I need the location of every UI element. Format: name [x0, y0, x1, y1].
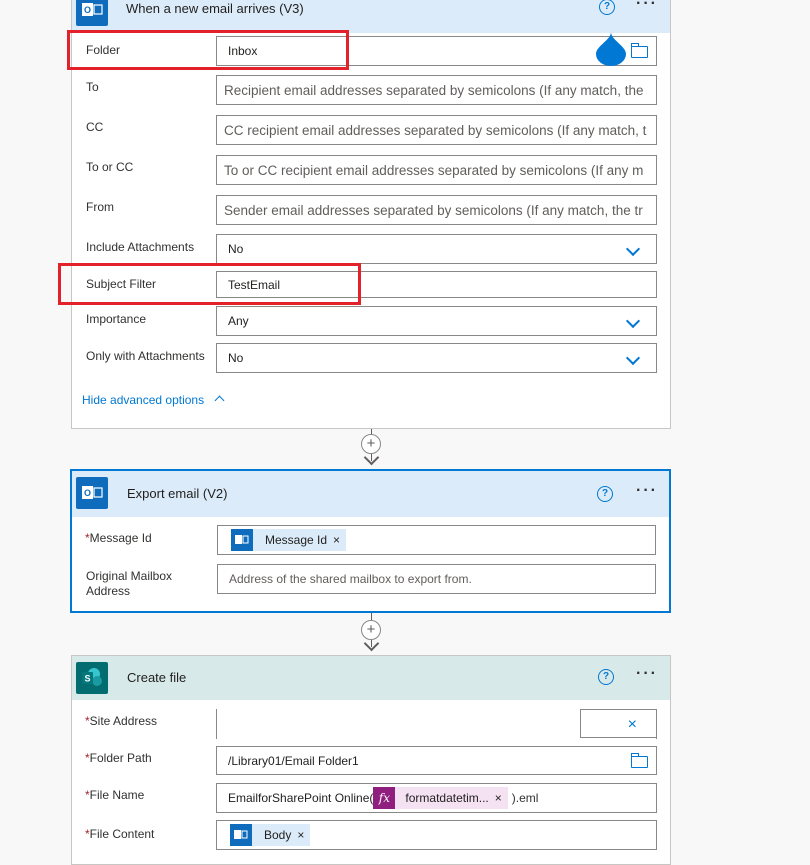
- message-id-token[interactable]: Message Id ×: [231, 529, 347, 551]
- outlook-icon: [231, 529, 253, 551]
- help-icon[interactable]: ?: [598, 669, 614, 685]
- file-name-label: *File Name: [85, 788, 145, 802]
- folder-picker-icon[interactable]: [630, 753, 648, 768]
- more-options-icon[interactable]: ···: [636, 482, 658, 500]
- to-field[interactable]: Recipient email addresses separated by s…: [216, 75, 657, 105]
- include-attachments-label: Include Attachments: [86, 240, 195, 254]
- svg-text:O: O: [84, 488, 91, 498]
- help-icon[interactable]: ?: [599, 0, 615, 15]
- trigger-title: When a new email arrives (V3): [126, 1, 304, 16]
- chevron-down-icon: [625, 241, 641, 257]
- to-or-cc-label: To or CC: [86, 160, 134, 174]
- trigger-card-header[interactable]: O When a new email arrives (V3) ? ···: [72, 0, 670, 33]
- svg-text:O: O: [84, 5, 91, 15]
- folder-path-label: *Folder Path: [85, 751, 152, 765]
- create-file-header[interactable]: S Create file ? ···: [72, 656, 670, 700]
- drop-marker-icon: [596, 32, 626, 66]
- site-address-field[interactable]: ×: [216, 709, 657, 739]
- cc-field[interactable]: CC recipient email addresses separated b…: [216, 115, 657, 145]
- original-mailbox-label: Original Mailbox Address: [86, 569, 173, 598]
- more-options-icon[interactable]: ···: [636, 665, 658, 683]
- chevron-down-icon: [625, 313, 641, 329]
- create-file-title: Create file: [127, 670, 187, 685]
- folder-highlight-box: [67, 30, 349, 70]
- message-id-label: *Message Id: [85, 531, 152, 545]
- to-or-cc-field[interactable]: To or CC recipient email addresses separ…: [216, 155, 657, 185]
- help-icon[interactable]: ?: [597, 486, 613, 502]
- importance-label: Importance: [86, 312, 147, 326]
- importance-dropdown[interactable]: Any: [216, 306, 657, 336]
- original-mailbox-field[interactable]: Address of the shared mailbox to export …: [217, 564, 656, 594]
- export-email-title: Export email (V2): [127, 486, 228, 501]
- chevron-down-icon: [625, 350, 641, 366]
- cc-label: CC: [86, 120, 104, 134]
- site-address-clear-box[interactable]: ×: [580, 709, 656, 738]
- svg-text:S: S: [84, 674, 90, 684]
- outlook-icon: [230, 824, 252, 846]
- export-email-card: O Export email (V2) ? ··· *Message Id Me…: [70, 469, 671, 613]
- export-email-header[interactable]: O Export email (V2) ? ···: [72, 471, 669, 517]
- chevron-up-icon[interactable]: [214, 395, 225, 406]
- remove-token-icon[interactable]: ×: [495, 791, 508, 805]
- sharepoint-icon: S: [76, 662, 108, 694]
- include-attachments-dropdown[interactable]: No: [216, 234, 657, 264]
- outlook-icon: O: [76, 0, 108, 26]
- from-field[interactable]: Sender email addresses separated by semi…: [216, 195, 657, 225]
- file-name-field[interactable]: EmailforSharePoint Online( fx formatdate…: [216, 783, 657, 813]
- only-with-attachments-dropdown[interactable]: No: [216, 343, 657, 373]
- outlook-icon: O: [76, 477, 108, 509]
- file-content-label: *File Content: [85, 827, 155, 841]
- site-address-label: *Site Address: [85, 714, 158, 728]
- function-icon: fx: [373, 787, 396, 809]
- more-options-icon[interactable]: ···: [636, 0, 658, 13]
- formatdatetime-token[interactable]: fx formatdatetim... ×: [373, 787, 508, 809]
- remove-token-icon[interactable]: ×: [333, 533, 346, 547]
- message-id-field[interactable]: Message Id ×: [217, 525, 656, 555]
- from-label: From: [86, 200, 114, 214]
- hide-advanced-options-link[interactable]: Hide advanced options: [82, 393, 204, 407]
- subject-filter-highlight-box: [58, 263, 361, 305]
- create-file-card: S Create file ? ··· *Site Address × *Fol…: [71, 655, 671, 865]
- folder-picker-icon[interactable]: [630, 43, 648, 58]
- to-label: To: [86, 80, 99, 94]
- close-icon[interactable]: ×: [628, 716, 637, 734]
- only-with-attachments-label: Only with Attachments: [86, 349, 205, 363]
- file-content-field[interactable]: Body ×: [216, 820, 657, 850]
- remove-token-icon[interactable]: ×: [297, 828, 310, 842]
- folder-path-field[interactable]: /Library01/Email Folder1: [216, 746, 657, 775]
- body-token[interactable]: Body ×: [230, 824, 311, 846]
